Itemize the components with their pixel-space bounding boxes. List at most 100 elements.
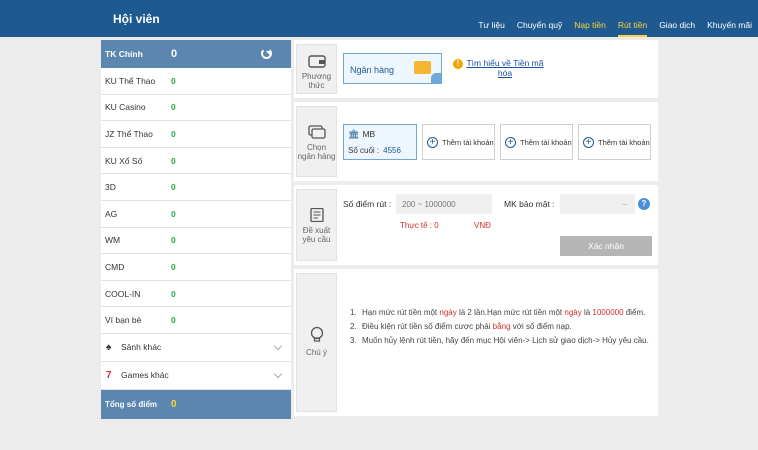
- note-highlight: ngày: [564, 308, 582, 317]
- note-text: điểm.: [623, 308, 646, 317]
- actual-amount: Thực tế : 0: [400, 221, 439, 230]
- balance-row: CMD 0: [101, 254, 291, 281]
- note-text: với số điểm nạp.: [510, 321, 572, 331]
- balance-row: COOL-IN 0: [101, 281, 291, 308]
- balance-value: 0: [171, 182, 176, 193]
- nav-deposit[interactable]: Nạp tiền: [568, 0, 612, 37]
- list-number: 3.: [350, 335, 357, 345]
- balance-row: AG 0: [101, 201, 291, 228]
- confirm-button[interactable]: Xác nhận: [560, 236, 652, 256]
- note-text: là: [581, 308, 593, 317]
- balance-value: 0: [171, 155, 176, 166]
- list-item: 2. Điều kiện rút tiền số điểm cược phải b…: [350, 321, 650, 334]
- add-account-label: Thêm tài khoản: [520, 137, 572, 147]
- crypto-info-link[interactable]: Tìm hiểu về Tiền mã hóa: [465, 58, 545, 79]
- main-account-value: 0: [171, 48, 178, 60]
- chevron-down-icon: [273, 341, 283, 351]
- balance-label: KU Xổ Số: [105, 155, 143, 166]
- balance-value: 0: [171, 208, 176, 219]
- spade-icon: ♠: [106, 341, 112, 353]
- note-highlight: bằng: [492, 321, 511, 331]
- balance-sidebar: TK Chính 0 KU Thể Thao 0 KU Casino 0 JZ Th…: [101, 40, 291, 419]
- request-step-label: Đề xuất yêu cầu: [302, 226, 331, 245]
- balance-label: CMD: [105, 261, 125, 272]
- balance-row: KU Casino 0: [101, 95, 291, 122]
- nav-transactions[interactable]: Giao dịch: [653, 0, 701, 37]
- add-account-button[interactable]: + Thêm tài khoản: [422, 124, 495, 160]
- nav-withdraw[interactable]: Rút tiền: [612, 0, 653, 37]
- points-input[interactable]: [396, 194, 492, 214]
- balance-label: JZ Thể Thao: [105, 128, 153, 139]
- balance-label: Ví bạn bè: [105, 315, 142, 326]
- note-text: Muốn hủy lệnh rút tiền, hãy đến mục Hội …: [362, 335, 649, 345]
- balance-value: 0: [171, 261, 176, 272]
- balance-row: Ví bạn bè 0: [101, 307, 291, 334]
- bank-name: MB: [362, 129, 376, 139]
- bank-select-panel: Chọn ngân hàng 🏛 MB Số cuối :4556 + Thêm t…: [294, 102, 658, 181]
- plus-icon: +: [427, 136, 438, 148]
- method-step-label: Phương thức: [301, 72, 332, 91]
- info-icon: !: [453, 59, 463, 69]
- method-panel: Phương thức Ngân hàng ! Tìm hiểu về Tiền…: [294, 40, 658, 98]
- security-password-label: MK bảo mật :: [504, 199, 555, 209]
- note-highlight: 1000000: [592, 308, 624, 317]
- plus-icon: +: [505, 136, 516, 148]
- notice-panel: Chú ý 1. Hạn mức rút tiền một ngày là 2 l…: [294, 269, 658, 416]
- balance-value: 0: [171, 128, 176, 139]
- top-bar: Hội viên Tư liệu Chuyển quỹ Nạp tiền Rút…: [0, 0, 758, 37]
- add-account-button[interactable]: + Thêm tài khoản: [500, 124, 573, 160]
- account-tail-line: Số cuối :4556: [348, 146, 401, 155]
- bank-icon: 🏛: [348, 129, 360, 139]
- request-step: Đề xuất yêu cầu: [296, 189, 337, 261]
- list-item: 1. Hạn mức rút tiền một ngày là 2 lần.Hạn…: [350, 307, 650, 320]
- balance-value: 0: [171, 102, 176, 113]
- balance-value: 0: [171, 235, 176, 246]
- bank-select-step: Chọn ngân hàng: [296, 106, 337, 177]
- lightbulb-icon: [310, 326, 323, 342]
- nav-promotions[interactable]: Khuyến mãi: [701, 0, 758, 37]
- balance-row: KU Thể Thao 0: [101, 68, 291, 95]
- balance-label: COOL-IN: [105, 288, 141, 299]
- bank-method-option[interactable]: Ngân hàng: [343, 53, 442, 84]
- note-text: là 2 lần.Hạn mức rút tiền một: [456, 308, 565, 317]
- account-tail-label: Số cuối :: [348, 146, 380, 155]
- balance-row: WM 0: [101, 228, 291, 255]
- main-account-label: TK Chính: [105, 49, 143, 59]
- note-highlight: ngày: [439, 308, 457, 317]
- cards-icon: [307, 125, 326, 139]
- balance-label: KU Casino: [105, 102, 146, 113]
- eye-icon[interactable]: ⌣: [622, 199, 628, 210]
- add-account-button[interactable]: + Thêm tài khoản: [578, 124, 651, 160]
- bank-method-label: Ngân hàng: [350, 65, 395, 75]
- help-icon[interactable]: ?: [638, 198, 650, 210]
- balance-value: 0: [171, 75, 176, 86]
- refresh-icon[interactable]: [261, 48, 272, 59]
- selected-bank-account[interactable]: 🏛 MB Số cuối :4556: [343, 124, 417, 160]
- total-points-value: 0: [171, 398, 177, 410]
- nav-profile[interactable]: Tư liệu: [472, 0, 510, 37]
- balance-value: 0: [171, 288, 176, 299]
- balance-label: 3D: [105, 182, 116, 193]
- main-account-row: TK Chính 0: [101, 40, 291, 68]
- balance-row: KU Xổ Số 0: [101, 148, 291, 175]
- nav-transfer[interactable]: Chuyển quỹ: [511, 0, 568, 37]
- chevron-down-icon: [273, 369, 283, 379]
- list-number: 1.: [350, 308, 357, 317]
- list-number: 2.: [350, 321, 357, 331]
- top-nav: Tư liệu Chuyển quỹ Nạp tiền Rút tiền Gia…: [472, 0, 758, 37]
- check-icon: [431, 73, 441, 83]
- bank-select-step-label: Chọn ngân hàng: [297, 143, 336, 162]
- wallet-icon: [307, 55, 326, 68]
- plus-icon: +: [583, 136, 594, 148]
- method-step: Phương thức: [296, 44, 337, 94]
- notice-step: Chú ý: [296, 273, 337, 412]
- request-panel: Đề xuất yêu cầu Số điểm rút : Thực tế : …: [294, 185, 658, 265]
- add-account-label: Thêm tài khoản: [598, 137, 650, 147]
- other-halls-label: Sảnh khác: [121, 342, 162, 353]
- account-tail-number: 4556: [383, 146, 401, 155]
- seven-icon: 7: [106, 369, 112, 381]
- balance-row: JZ Thể Thao 0: [101, 121, 291, 148]
- balance-label: WM: [105, 235, 121, 246]
- other-games-toggle[interactable]: 7 Games khác: [101, 362, 291, 390]
- other-halls-toggle[interactable]: ♠ Sảnh khác: [101, 334, 291, 362]
